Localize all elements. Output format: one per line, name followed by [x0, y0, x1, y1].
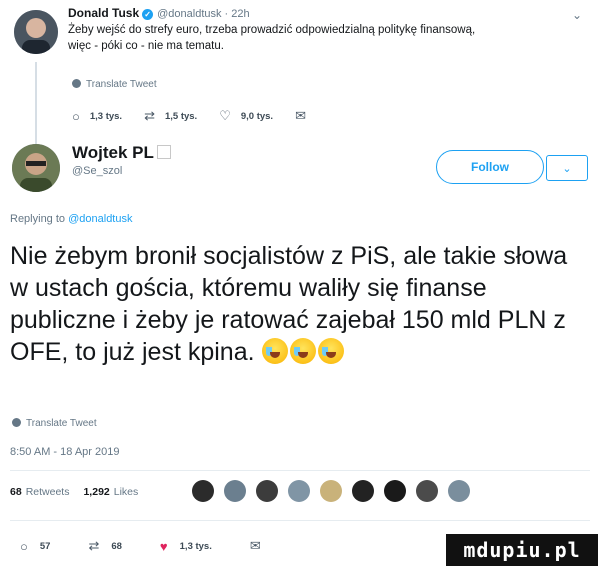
heart-icon: ♥ — [159, 538, 168, 554]
parent-like-button[interactable]: ♡ 9,0 tys. — [219, 108, 273, 124]
liker-avatar[interactable] — [256, 480, 278, 502]
reply-author-name[interactable]: Wojtek PL — [72, 143, 154, 162]
reply-icon: ○ — [72, 108, 80, 124]
retweet-count: 68 — [111, 540, 122, 552]
retweet-icon: ⇄ — [144, 108, 155, 123]
parent-action-bar: ○ 1,3 tys. ⇄ 1,5 tys. ♡ 9,0 tys. ✉ — [72, 108, 338, 124]
parent-reply-count: 1,3 tys. — [89, 110, 123, 122]
reply-author-handle[interactable]: @Se_szol — [72, 165, 122, 177]
reply-button[interactable]: ○ 57 — [20, 539, 50, 554]
replying-to-mention[interactable]: @donaldtusk — [68, 213, 132, 225]
liker-avatar[interactable] — [448, 480, 470, 502]
liker-avatar[interactable] — [192, 480, 214, 502]
parent-like-count: 9,0 tys. — [240, 110, 274, 122]
divider — [10, 520, 590, 521]
tweet-timestamp[interactable]: 8:50 AM - 18 Apr 2019 — [10, 446, 119, 458]
liker-avatar[interactable] — [320, 480, 342, 502]
parent-author-handle[interactable]: @donaldtusk · 22h — [157, 8, 250, 20]
parent-dm-button[interactable]: ✉ — [295, 108, 316, 124]
face-with-tears-of-joy-icon — [317, 338, 344, 364]
heart-icon: ♡ — [219, 108, 231, 123]
globe-icon — [72, 79, 81, 88]
reply-tweet-text: Nie żebym bronił socjalistów z PiS, ale … — [10, 240, 590, 368]
liker-avatar[interactable] — [224, 480, 246, 502]
face-with-tears-of-joy-icon — [261, 338, 288, 364]
reply-translate-label: Translate Tweet — [26, 418, 97, 429]
parent-retweet-button[interactable]: ⇄ 1,5 tys. — [144, 108, 197, 124]
parent-translate-label: Translate Tweet — [86, 79, 157, 90]
face-with-tears-of-joy-icon — [289, 338, 316, 364]
parent-retweet-count: 1,5 tys. — [164, 110, 198, 122]
thread-connector-line — [35, 62, 37, 144]
more-options-button[interactable]: ⌄ — [546, 155, 588, 181]
liker-avatar[interactable] — [416, 480, 438, 502]
parent-author-avatar[interactable] — [14, 10, 58, 54]
reply-count: 57 — [39, 540, 51, 552]
divider — [10, 470, 590, 471]
like-button[interactable]: ♥ 1,3 tys. — [160, 539, 212, 554]
reply-tweet-body: Nie żebym bronił socjalistów z PiS, ale … — [10, 242, 568, 366]
reply-icon: ○ — [20, 538, 28, 554]
retweet-icon: ⇄ — [88, 538, 100, 553]
parent-author-name[interactable]: Donald Tusk — [68, 6, 139, 20]
envelope-icon: ✉ — [249, 538, 261, 553]
parent-author-line: Donald Tusk ✓ @donaldtusk · 22h — [68, 6, 250, 20]
reply-action-bar: ○ 57 ⇄ 68 ♥ 1,3 tys. ✉ — [20, 538, 311, 554]
likes-label[interactable]: Likes — [114, 486, 139, 498]
watermark-logo: mdupiu.pl — [446, 534, 598, 566]
parent-tweet-text: Żeby wejść do strefy euro, trzeba prowad… — [68, 22, 588, 54]
likes-count[interactable]: 1,292 — [83, 486, 109, 498]
replying-to-line: Replying to @donaldtusk — [10, 213, 132, 225]
parent-tweet-text-line: Żeby wejść do strefy euro, trzeba prowad… — [68, 24, 476, 36]
retweets-label[interactable]: Retweets — [26, 486, 70, 498]
reply-author-avatar[interactable] — [12, 144, 60, 192]
liker-avatar[interactable] — [384, 480, 406, 502]
liker-avatar[interactable] — [352, 480, 374, 502]
parent-tweet-text-line: więc - póki co - nie ma tematu. — [68, 40, 224, 52]
chevron-down-icon[interactable]: ⌄ — [572, 8, 582, 22]
parent-translate-link[interactable]: Translate Tweet — [72, 79, 157, 90]
retweets-count[interactable]: 68 — [10, 486, 22, 498]
retweet-button[interactable]: ⇄ 68 — [88, 538, 121, 554]
dm-button[interactable]: ✉ — [250, 538, 273, 554]
replying-to-label: Replying to — [10, 213, 66, 225]
reply-author-line: Wojtek PL — [72, 143, 171, 163]
flag-icon — [156, 145, 171, 159]
envelope-icon: ✉ — [295, 108, 306, 123]
liker-avatars — [192, 480, 480, 502]
reply-translate-link[interactable]: Translate Tweet — [12, 418, 97, 429]
chevron-down-icon: ⌄ — [562, 162, 572, 175]
parent-reply-button[interactable]: ○ 1,3 tys. — [72, 109, 122, 124]
verified-badge-icon: ✓ — [142, 9, 154, 20]
liker-avatar[interactable] — [288, 480, 310, 502]
like-count: 1,3 tys. — [179, 540, 212, 552]
globe-icon — [12, 418, 21, 427]
follow-button[interactable]: Follow — [436, 150, 544, 184]
engagement-stats: 68 Retweets 1,292 Likes — [10, 486, 138, 498]
